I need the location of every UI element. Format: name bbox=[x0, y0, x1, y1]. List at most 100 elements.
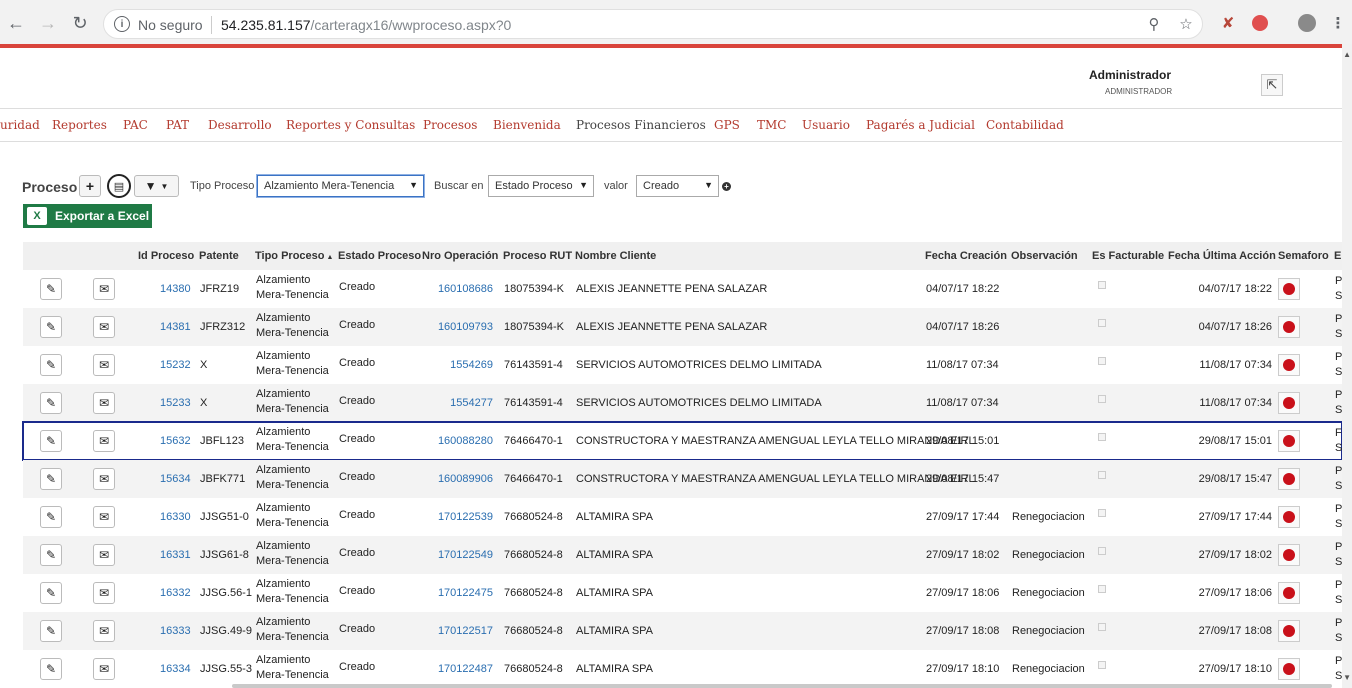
edit-button[interactable]: ✎ bbox=[40, 658, 62, 680]
logout-button[interactable]: ⇱ bbox=[1261, 74, 1283, 96]
table-row[interactable]: ✎ ✉ 16333 JJSG.49-9 Alzamiento Mera-Tenencia C… bbox=[23, 612, 1346, 650]
mail-button[interactable]: ✉ bbox=[93, 430, 115, 452]
filter-button[interactable]: ▼ ▼ bbox=[134, 175, 179, 197]
id-proceso-link[interactable]: 15233 bbox=[160, 397, 191, 409]
mail-button[interactable]: ✉ bbox=[93, 506, 115, 528]
table-row[interactable]: ✎ ✉ 15634 JBFK771 Alzamiento Mera-Tenencia Cre… bbox=[23, 460, 1346, 498]
url-text[interactable]: 54.235.81.157/carteragx16/wwproceso.aspx… bbox=[221, 17, 511, 33]
add-button[interactable]: + bbox=[79, 175, 101, 197]
pdf-extension-icon[interactable]: ✘ bbox=[1218, 13, 1238, 33]
menu-item-procesos[interactable]: Procesos bbox=[423, 118, 477, 132]
facturable-checkbox[interactable] bbox=[1098, 623, 1106, 631]
mail-button[interactable]: ✉ bbox=[93, 658, 115, 680]
table-row[interactable]: ✎ ✉ 15232 X Alzamiento Mera-Tenencia Creado 155… bbox=[23, 346, 1346, 384]
id-proceso-link[interactable]: 16331 bbox=[160, 549, 191, 561]
facturable-checkbox[interactable] bbox=[1098, 357, 1106, 365]
menu-item-desarrollo[interactable]: Desarrollo bbox=[208, 118, 272, 132]
notes-button[interactable]: ▤ bbox=[107, 174, 131, 198]
scroll-up-icon[interactable]: ▲ bbox=[1343, 50, 1351, 59]
facturable-checkbox[interactable] bbox=[1098, 319, 1106, 327]
scroll-down-icon[interactable]: ▼ bbox=[1343, 673, 1351, 682]
nro-operacion-link[interactable]: 1554277 bbox=[450, 397, 493, 409]
mail-button[interactable]: ✉ bbox=[93, 316, 115, 338]
nro-operacion-link[interactable]: 170122487 bbox=[438, 663, 493, 675]
facturable-checkbox[interactable] bbox=[1098, 471, 1106, 479]
column-header-nro-operacion[interactable]: Nro Operación bbox=[422, 250, 498, 262]
facturable-checkbox[interactable] bbox=[1098, 585, 1106, 593]
facturable-checkbox[interactable] bbox=[1098, 509, 1106, 517]
address-bar[interactable]: i No seguro 54.235.81.157/carteragx16/ww… bbox=[103, 9, 1203, 39]
zoom-icon[interactable]: ⚲ bbox=[1144, 14, 1164, 34]
table-row[interactable]: ✎ ✉ 16332 JJSG.56-1 Alzamiento Mera-Tenencia C… bbox=[23, 574, 1346, 612]
bookmark-star-icon[interactable]: ☆ bbox=[1176, 14, 1196, 34]
table-row[interactable]: ✎ ✉ 16330 JJSG51-0 Alzamiento Mera-Tenencia Cr… bbox=[23, 498, 1346, 536]
reload-icon[interactable]: ↻ bbox=[69, 12, 91, 34]
edit-button[interactable]: ✎ bbox=[40, 582, 62, 604]
menu-item-tmc[interactable]: TMC bbox=[757, 118, 786, 132]
menu-item-reportes[interactable]: Reportes bbox=[52, 118, 107, 132]
menu-item-pagares-judicial[interactable]: Pagarés a Judicial bbox=[866, 118, 975, 132]
back-arrow-icon[interactable]: ← bbox=[5, 12, 27, 34]
horizontal-scrollbar[interactable] bbox=[232, 684, 1332, 688]
extension-icon[interactable] bbox=[1250, 13, 1270, 33]
table-row[interactable]: ✎ ✉ 15632 JBFL123 Alzamiento Mera-Tenencia Cre… bbox=[22, 421, 1343, 461]
column-header-id[interactable]: Id Proceso bbox=[138, 250, 194, 262]
nro-operacion-link[interactable]: 160109793 bbox=[438, 321, 493, 333]
menu-item-seguridad[interactable]: uridad bbox=[0, 118, 40, 132]
column-header-facturable[interactable]: Es Facturable bbox=[1092, 250, 1164, 262]
tipo-proceso-select[interactable]: Alzamiento Mera-Tenencia ▼ bbox=[257, 175, 424, 197]
edit-button[interactable]: ✎ bbox=[40, 392, 62, 414]
id-proceso-link[interactable]: 16334 bbox=[160, 663, 191, 675]
column-header-tipo[interactable]: Tipo Proceso ▲ bbox=[255, 250, 333, 262]
id-proceso-link[interactable]: 15634 bbox=[160, 473, 191, 485]
mail-button[interactable]: ✉ bbox=[93, 278, 115, 300]
menu-item-procesos-financieros[interactable]: Procesos Financieros bbox=[576, 118, 706, 132]
column-header-cliente[interactable]: Nombre Cliente bbox=[575, 250, 656, 262]
column-header-semaforo[interactable]: Semaforo bbox=[1278, 250, 1329, 262]
id-proceso-link[interactable]: 15632 bbox=[160, 435, 191, 447]
menu-item-gps[interactable]: GPS bbox=[714, 118, 740, 132]
column-header-rut[interactable]: Proceso RUT bbox=[503, 250, 572, 262]
nro-operacion-link[interactable]: 160089906 bbox=[438, 473, 493, 485]
nro-operacion-link[interactable]: 160108686 bbox=[438, 283, 493, 295]
table-row[interactable]: ✎ ✉ 14381 JFRZ312 Alzamiento Mera-Tenencia Cre… bbox=[23, 308, 1346, 346]
nro-operacion-link[interactable]: 170122539 bbox=[438, 511, 493, 523]
nro-operacion-link[interactable]: 170122475 bbox=[438, 587, 493, 599]
nro-operacion-link[interactable]: 170122549 bbox=[438, 549, 493, 561]
forward-arrow-icon[interactable]: → bbox=[37, 12, 59, 34]
export-excel-button[interactable]: X Exportar a Excel bbox=[23, 204, 152, 228]
info-icon[interactable]: i bbox=[114, 16, 130, 32]
facturable-checkbox[interactable] bbox=[1098, 433, 1106, 441]
id-proceso-link[interactable]: 14381 bbox=[160, 321, 191, 333]
menu-item-reportes-consultas[interactable]: Reportes y Consultas bbox=[286, 118, 415, 132]
edit-button[interactable]: ✎ bbox=[40, 544, 62, 566]
column-header-estado[interactable]: Estado Proceso bbox=[338, 250, 421, 262]
edit-button[interactable]: ✎ bbox=[40, 430, 62, 452]
id-proceso-link[interactable]: 16332 bbox=[160, 587, 191, 599]
menu-item-pac[interactable]: PAC bbox=[123, 118, 148, 132]
id-proceso-link[interactable]: 15232 bbox=[160, 359, 191, 371]
menu-kebab-icon[interactable]: ⋮ bbox=[1328, 13, 1348, 33]
table-row[interactable]: ✎ ✉ 15233 X Alzamiento Mera-Tenencia Creado 155… bbox=[23, 384, 1346, 422]
mail-button[interactable]: ✉ bbox=[93, 392, 115, 414]
facturable-checkbox[interactable] bbox=[1098, 547, 1106, 555]
id-proceso-link[interactable]: 16333 bbox=[160, 625, 191, 637]
edit-button[interactable]: ✎ bbox=[40, 316, 62, 338]
facturable-checkbox[interactable] bbox=[1098, 661, 1106, 669]
edit-button[interactable]: ✎ bbox=[40, 468, 62, 490]
mail-button[interactable]: ✉ bbox=[93, 582, 115, 604]
table-row[interactable]: ✎ ✉ 16334 JJSG.55-3 Alzamiento Mera-Tenencia C… bbox=[23, 650, 1346, 688]
profile-avatar-icon[interactable] bbox=[1297, 13, 1317, 33]
valor-select[interactable]: Creado ▼ bbox=[636, 175, 719, 197]
buscar-en-select[interactable]: Estado Proceso ▼ bbox=[488, 175, 594, 197]
column-header-observacion[interactable]: Observación bbox=[1011, 250, 1078, 262]
column-header-patente[interactable]: Patente bbox=[199, 250, 239, 262]
id-proceso-link[interactable]: 16330 bbox=[160, 511, 191, 523]
mail-button[interactable]: ✉ bbox=[93, 354, 115, 376]
nro-operacion-link[interactable]: 170122517 bbox=[438, 625, 493, 637]
column-header-fecha-ultima[interactable]: Fecha Última Acción bbox=[1168, 250, 1276, 262]
edit-button[interactable]: ✎ bbox=[40, 506, 62, 528]
table-row[interactable]: ✎ ✉ 16331 JJSG61-8 Alzamiento Mera-Tenencia Cr… bbox=[23, 536, 1346, 574]
mail-button[interactable]: ✉ bbox=[93, 544, 115, 566]
facturable-checkbox[interactable] bbox=[1098, 395, 1106, 403]
